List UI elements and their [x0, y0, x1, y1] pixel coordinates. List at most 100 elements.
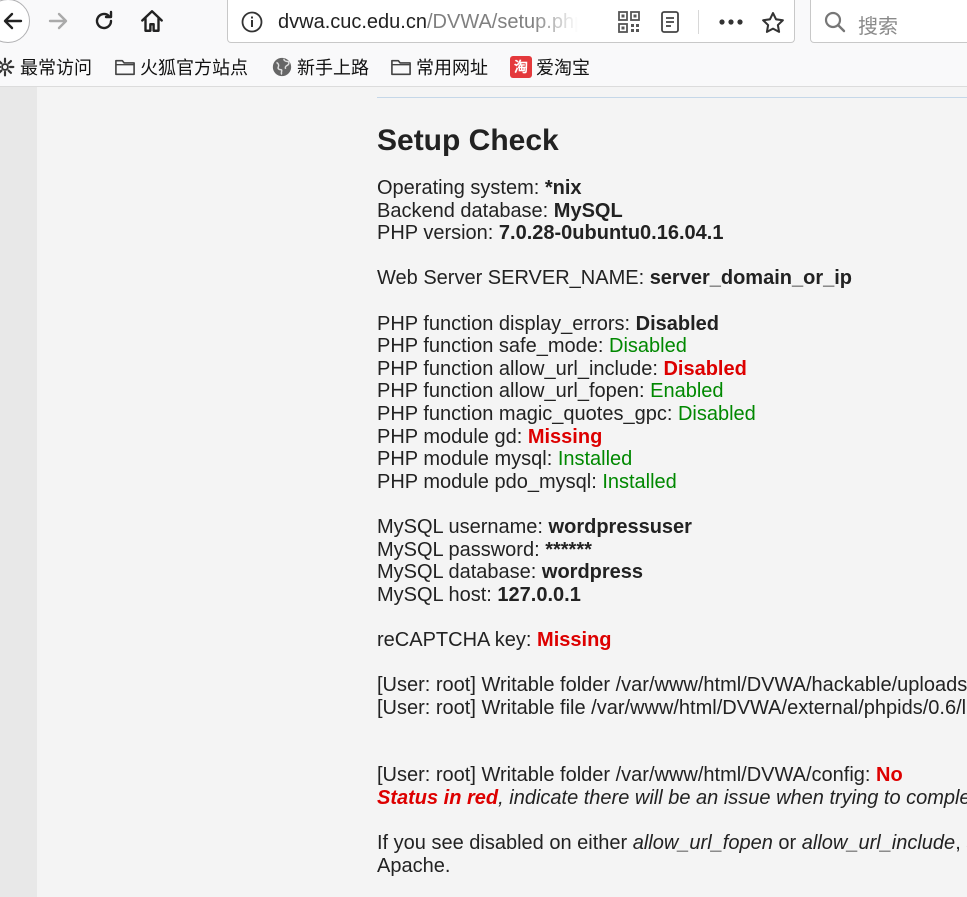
module-mysql-label: PHP module mysql: [377, 448, 558, 471]
left-menu-gutter [0, 87, 37, 897]
os-label: Operating system: [377, 177, 545, 199]
back-button[interactable] [0, 0, 30, 43]
mysql-username-line: MySQL username: wordpressuser [377, 516, 967, 539]
mysql-username-value: wordpressuser [548, 515, 692, 538]
allow-url-include-line: PHP function allow_url_include: Disabled [377, 358, 967, 381]
writable-config-line: [User: root] Writable folder /var/www/ht… [377, 764, 967, 787]
status-note-line: Status in red, indicate there will be an… [377, 787, 967, 810]
reader-view-icon[interactable] [658, 10, 682, 34]
bookmark-label: 新手上路 [297, 58, 369, 78]
module-pdo-mysql-line: PHP module pdo_mysql: Installed [377, 471, 967, 494]
db-line: Backend database: MySQL [377, 200, 967, 223]
allow-url-include-label: PHP function allow_url_include: [377, 357, 664, 380]
home-button[interactable] [134, 3, 170, 39]
bookmark-ai-taobao[interactable]: 淘 爱淘宝 [510, 55, 590, 79]
url-bar[interactable]: dvwa.cuc.edu.cn/DVWA/setup.php [227, 0, 795, 43]
search-icon [824, 11, 846, 33]
recaptcha-label: reCAPTCHA key: [377, 628, 538, 651]
bookmark-getting-started[interactable]: 新手上路 [271, 55, 369, 79]
bookmark-star-icon[interactable] [760, 10, 786, 36]
allow-url-fopen-term: allow_url_fopen [632, 832, 773, 855]
display-errors-line: PHP function display_errors: Disabled [377, 313, 967, 336]
mysql-host-line: MySQL host: 127.0.0.1 [377, 584, 967, 607]
mysql-database-label: MySQL database: [377, 561, 542, 584]
safe-mode-value: Disabled [609, 335, 687, 358]
disabled-note-or: or [772, 832, 802, 855]
browser-toolbar: dvwa.cuc.edu.cn/DVWA/setup.php 搜索 [0, 0, 967, 46]
folder-icon [390, 56, 412, 78]
reload-button[interactable] [86, 3, 122, 39]
mysql-database-line: MySQL database: wordpress [377, 561, 967, 584]
taobao-icon: 淘 [510, 56, 532, 78]
module-pdo-mysql-value: Installed [602, 470, 677, 493]
folder-icon [114, 56, 136, 78]
globe-icon [271, 56, 293, 78]
os-value: *nix [544, 177, 582, 199]
url-text[interactable]: dvwa.cuc.edu.cn/DVWA/setup.php [278, 11, 578, 35]
back-arrow-icon [3, 12, 23, 30]
url-path: /DVWA/setup.php [426, 11, 578, 33]
allow-url-fopen-value: Enabled [650, 380, 724, 403]
page-viewport: Setup Check Operating system: *nix Backe… [0, 87, 967, 897]
magic-quotes-label: PHP function magic_quotes_gpc: [377, 402, 678, 425]
info-icon[interactable] [240, 10, 264, 34]
display-errors-value: Disabled [635, 312, 720, 335]
display-errors-label: PHP function display_errors: [377, 312, 636, 335]
os-line: Operating system: *nix [377, 177, 967, 200]
disabled-note-prefix: If you see disabled on either [377, 832, 633, 855]
bookmark-label: 火狐官方站点 [140, 58, 248, 78]
home-icon [141, 10, 163, 32]
mysql-username-label: MySQL username: [377, 515, 549, 538]
module-gd-value: Missing [527, 425, 603, 448]
status-note-highlight: Status in red [377, 787, 499, 810]
page-title: Setup Check [377, 124, 559, 157]
disabled-note-suffix: , se [955, 832, 967, 855]
bookmarks-toolbar: 最常访问 火狐官方站点 新手上路 常用网址 淘 爱淘宝 [0, 46, 967, 87]
disabled-note-line: If you see disabled on either allow_url_… [377, 832, 967, 855]
bookmark-most-visited[interactable]: 最常访问 [0, 55, 92, 79]
writable-config-value: No [876, 764, 903, 787]
php-version-line: PHP version: 7.0.28-0ubuntu0.16.04.1 [377, 222, 967, 245]
mysql-host-value: 127.0.0.1 [497, 583, 581, 606]
bookmark-label: 常用网址 [416, 58, 488, 78]
content-divider [377, 97, 967, 98]
module-gd-line: PHP module gd: Missing [377, 426, 967, 449]
module-gd-label: PHP module gd: [377, 425, 528, 448]
mysql-database-value: wordpress [541, 561, 644, 584]
forward-button[interactable] [40, 3, 76, 39]
bookmark-label: 最常访问 [20, 58, 92, 78]
allow-url-include-term: allow_url_include [801, 832, 956, 855]
server-name-label: Web Server SERVER_NAME: [377, 267, 650, 290]
bookmark-common-sites[interactable]: 常用网址 [390, 55, 488, 79]
writable-config-label: [User: root] Writable folder /var/www/ht… [377, 764, 877, 787]
safe-mode-line: PHP function safe_mode: Disabled [377, 335, 967, 358]
bookmark-firefox-official[interactable]: 火狐官方站点 [114, 55, 248, 79]
magic-quotes-line: PHP function magic_quotes_gpc: Disabled [377, 403, 967, 426]
url-bar-separator [698, 10, 699, 34]
db-label: Backend database: [377, 199, 554, 222]
status-note-text: , indicate there will be an issue when t… [498, 787, 967, 810]
search-placeholder: 搜索 [858, 16, 898, 38]
qr-code-icon[interactable] [617, 10, 641, 34]
writable-uploads-line: [User: root] Writable folder /var/www/ht… [377, 674, 967, 697]
allow-url-fopen-line: PHP function allow_url_fopen: Enabled [377, 380, 967, 403]
search-bar[interactable]: 搜索 [810, 0, 967, 43]
recaptcha-line: reCAPTCHA key: Missing [377, 629, 967, 652]
module-mysql-line: PHP module mysql: Installed [377, 448, 967, 471]
php-version-label: PHP version: [377, 222, 499, 245]
url-host: dvwa.cuc.edu.cn [278, 11, 427, 33]
server-name-line: Web Server SERVER_NAME: server_domain_or… [377, 267, 967, 290]
more-actions-icon[interactable] [718, 11, 744, 33]
setup-check-body: Setup Check Operating system: *nix Backe… [377, 123, 967, 877]
php-version-value: 7.0.28-0ubuntu0.16.04.1 [498, 222, 724, 245]
mysql-password-value: ****** [545, 538, 592, 561]
mysql-password-line: MySQL password: ****** [377, 539, 967, 562]
gear-icon [0, 56, 16, 78]
mysql-host-label: MySQL host: [377, 583, 498, 606]
safe-mode-label: PHP function safe_mode: [377, 335, 609, 358]
